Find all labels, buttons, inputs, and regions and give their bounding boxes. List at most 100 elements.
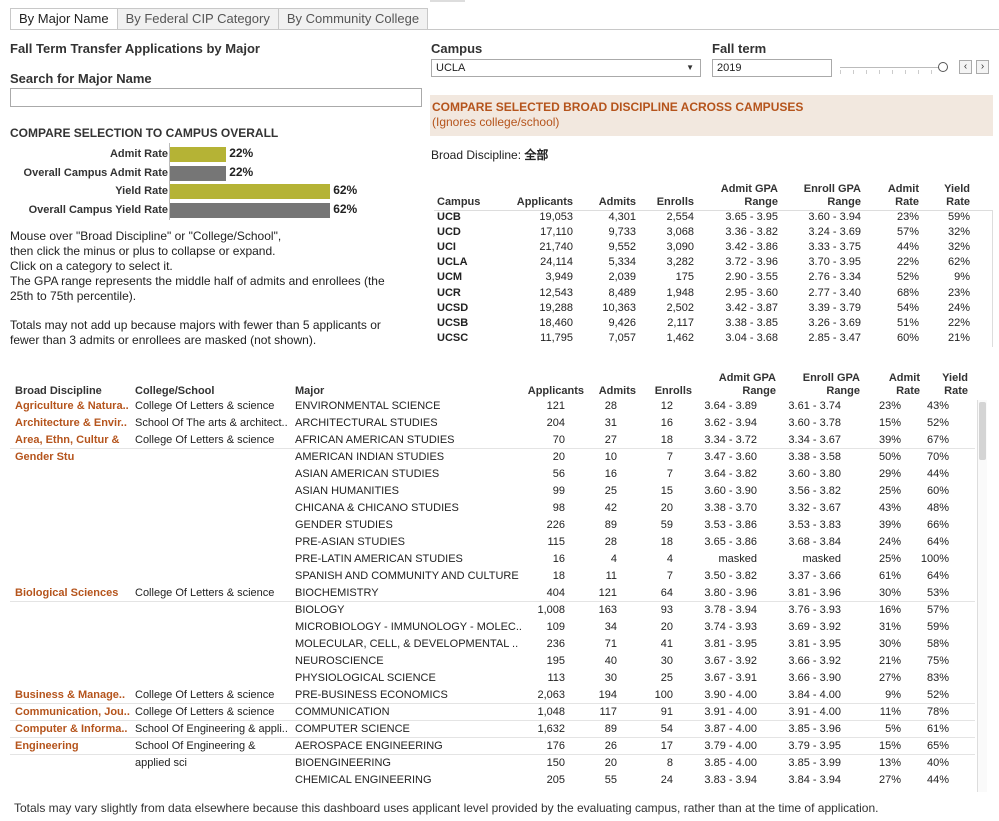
broad-discipline-cell[interactable]: Communication, Jou.. — [15, 704, 130, 721]
major-table-row[interactable]: Agriculture & Natura.. College Of Letters… — [0, 398, 980, 415]
major-cell: PRE-ASIAN STUDIES — [295, 536, 406, 548]
instruction-line: then click the minus or plus to collapse… — [10, 244, 276, 258]
tab-by-major-name[interactable]: By Major Name — [10, 8, 118, 30]
major-table-row[interactable]: Computer & Informa.. School Of Engineerin… — [0, 721, 980, 738]
admit-gpa-cell: 3.60 - 3.90 — [704, 485, 757, 497]
campus-table-row[interactable]: UCR 12,543 8,489 1,948 2.95 - 3.60 2.77 - 3.4… — [430, 286, 993, 301]
college-school-cell[interactable]: School Of The arts & architect.. — [135, 415, 288, 432]
college-school-cell[interactable]: College Of Letters & science — [135, 432, 274, 449]
term-field[interactable]: 2019 — [712, 59, 832, 77]
broad-discipline-filter[interactable]: Broad Discipline: 全部 — [431, 146, 548, 163]
major-cell: COMPUTER SCIENCE — [295, 723, 410, 735]
broad-discipline-label: Broad Discipline: — [431, 148, 525, 162]
campus-cell: 2.85 - 3.47 — [808, 331, 861, 344]
college-school-cell[interactable]: College Of Letters & science — [135, 687, 274, 704]
term-slider-ticks — [840, 70, 944, 74]
college-school-cell[interactable]: School Of Engineering & appli.. — [135, 721, 288, 738]
enroll-gpa-cell: 3.81 - 3.95 — [788, 638, 841, 650]
major-table-scrollbar[interactable] — [977, 400, 987, 792]
term-label: Fall term — [712, 41, 767, 56]
compare-bar[interactable] — [169, 166, 227, 181]
enroll-gpa-cell: 3.38 - 3.58 — [788, 451, 841, 463]
campus-table-row[interactable]: UCSC 11,795 7,057 1,462 3.04 - 3.68 2.85 - 3.… — [430, 331, 993, 346]
major-table-row[interactable]: Area, Ethn, Cultur & College Of Letters &… — [0, 432, 980, 449]
college-school-cell[interactable]: applied sci — [135, 755, 187, 772]
major-table-row[interactable]: Business & Manage.. College Of Letters & … — [0, 687, 980, 704]
major-table-row[interactable]: GENDER STUDIES 226 89 59 3.53 - 3.86 3.53 - 3… — [0, 517, 980, 534]
broad-discipline-cell[interactable]: Computer & Informa.. — [15, 721, 127, 738]
major-table-row[interactable]: applied sci BIOENGINEERING 150 20 8 3.85 - 4.… — [0, 755, 980, 772]
campus-cell: 3.72 - 3.96 — [725, 256, 778, 269]
college-school-cell[interactable]: College Of Letters & science — [135, 398, 274, 415]
major-table-row[interactable]: Engineering School Of Engineering & AEROSP… — [0, 738, 980, 755]
enrolls-cell: 20 — [660, 621, 673, 633]
next-term-button[interactable]: › — [976, 60, 989, 74]
broad-discipline-cell[interactable]: Area, Ethn, Cultur & — [15, 432, 120, 449]
major-table-row[interactable]: CHICANA & CHICANO STUDIES 98 42 20 3.38 - 3.… — [0, 500, 980, 517]
applicants-cell: 121 — [546, 400, 565, 412]
campus-cell: 32% — [947, 241, 970, 254]
compare-bar[interactable] — [169, 147, 227, 162]
college-school-cell[interactable]: School Of Engineering & — [135, 738, 255, 755]
major-table-row[interactable]: PRE-ASIAN STUDIES 115 28 18 3.65 - 3.86 3.68 … — [0, 534, 980, 551]
scrollbar-thumb[interactable] — [979, 402, 986, 460]
campus-select[interactable]: UCLA ▼ — [431, 59, 701, 77]
campus-table-row[interactable]: UCB 19,053 4,301 2,554 3.65 - 3.95 3.60 - 3.9… — [430, 210, 993, 225]
campus-table-row[interactable]: UCD 17,110 9,733 3,068 3.36 - 3.82 3.24 - 3.6… — [430, 225, 993, 240]
campus-cell: 23% — [896, 211, 919, 223]
tab-by-federal-cip-category[interactable]: By Federal CIP Category — [117, 8, 279, 30]
major-table-row[interactable]: BIOLOGY 1,008 163 93 3.78 - 3.94 3.76 - 3.93 1… — [0, 602, 980, 619]
campus-table-row[interactable]: UCLA 24,114 5,334 3,282 3.72 - 3.96 3.70 - 3.… — [430, 255, 993, 270]
major-table-row[interactable]: MOLECULAR, CELL, & DEVELOPMENTAL .. 236 71… — [0, 636, 980, 653]
campus-table-row[interactable]: UCSD 19,288 10,363 2,502 3.42 - 3.87 3.39 - 3… — [430, 301, 993, 316]
admits-cell: 194 — [598, 689, 617, 701]
campus-cell: 3.04 - 3.68 — [725, 331, 778, 344]
major-table-row[interactable]: PHYSIOLOGICAL SCIENCE 113 30 25 3.67 - 3.91 3… — [0, 670, 980, 687]
major-table-row[interactable]: PRE-LATIN AMERICAN STUDIES 16 4 4 masked mask… — [0, 551, 980, 568]
campus-cell: 57% — [896, 226, 919, 239]
admit-gpa-cell: 3.67 - 3.91 — [704, 672, 757, 684]
broad-discipline-cell[interactable]: Business & Manage.. — [15, 687, 125, 704]
college-school-cell[interactable]: College Of Letters & science — [135, 704, 274, 721]
campus-table-row[interactable]: UCM 3,949 2,039 175 2.90 - 3.55 2.76 - 3.34 52… — [430, 270, 993, 285]
broad-discipline-cell[interactable]: Agriculture & Natura.. — [15, 398, 129, 415]
compare-bar[interactable] — [169, 203, 331, 218]
tab-by-community-college[interactable]: By Community College — [278, 8, 429, 30]
term-slider-track[interactable] — [840, 67, 944, 68]
major-table-row[interactable]: Gender Stu AMERICAN INDIAN STUDIES 20 10 7 3.… — [0, 449, 980, 466]
broad-discipline-cell[interactable]: Architecture & Envir.. — [15, 415, 127, 432]
admits-cell: 28 — [604, 400, 617, 412]
admit-rate-cell: 25% — [878, 485, 901, 497]
major-table-row[interactable]: ASIAN AMERICAN STUDIES 56 16 7 3.64 - 3.82 3.… — [0, 466, 980, 483]
broad-discipline-cell[interactable]: Biological Sciences — [15, 585, 118, 602]
search-label: Search for Major Name — [10, 71, 152, 86]
search-input[interactable] — [10, 88, 422, 107]
campus-table-row[interactable]: UCSB 18,460 9,426 2,117 3.38 - 3.85 3.26 - 3.… — [430, 316, 993, 331]
major-table-row[interactable]: CHEMICAL ENGINEERING 205 55 24 3.83 - 3.94 3.… — [0, 772, 980, 789]
yield-rate-cell: 59% — [926, 621, 949, 633]
campus-table-row[interactable]: UCI 21,740 9,552 3,090 3.42 - 3.86 3.33 - 3.7… — [430, 240, 993, 255]
major-table-row[interactable]: NEUROSCIENCE 195 40 30 3.67 - 3.92 3.66 - 3.9… — [0, 653, 980, 670]
chevron-down-icon: ▼ — [686, 63, 694, 72]
major-table-row[interactable]: Communication, Jou.. College Of Letters &… — [0, 704, 980, 721]
admit-rate-cell: 25% — [878, 553, 901, 565]
admits-cell: 16 — [604, 468, 617, 480]
campus-cell: 3.38 - 3.85 — [725, 316, 778, 329]
major-table-row[interactable]: SPANISH AND COMMUNITY AND CULTURE 18 11 7 3.… — [0, 568, 980, 585]
enroll-gpa-cell: 3.56 - 3.82 — [788, 485, 841, 497]
major-table-header: Admit GPA Range — [719, 372, 776, 398]
campus-table-header: Enroll GPA Range — [804, 183, 861, 209]
applicants-cell: 150 — [546, 757, 565, 769]
college-school-cell[interactable]: College Of Letters & science — [135, 585, 274, 602]
major-table-row[interactable]: ASIAN HUMANITIES 99 25 15 3.60 - 3.90 3.56 - … — [0, 483, 980, 500]
compare-bar[interactable] — [169, 184, 331, 199]
term-slider-handle[interactable] — [938, 62, 948, 72]
previous-term-button[interactable]: ‹ — [959, 60, 972, 74]
campus-cell: 24,114 — [540, 256, 573, 269]
major-table-row[interactable]: Architecture & Envir.. School Of The arts… — [0, 415, 980, 432]
campus-label: Campus — [431, 41, 483, 56]
broad-discipline-cell[interactable]: Gender Stu — [15, 449, 74, 466]
major-table-row[interactable]: Biological Sciences College Of Letters & … — [0, 585, 980, 602]
major-table-row[interactable]: MICROBIOLOGY - IMMUNOLOGY - MOLEC.. 109 34… — [0, 619, 980, 636]
broad-discipline-cell[interactable]: Engineering — [15, 738, 79, 755]
